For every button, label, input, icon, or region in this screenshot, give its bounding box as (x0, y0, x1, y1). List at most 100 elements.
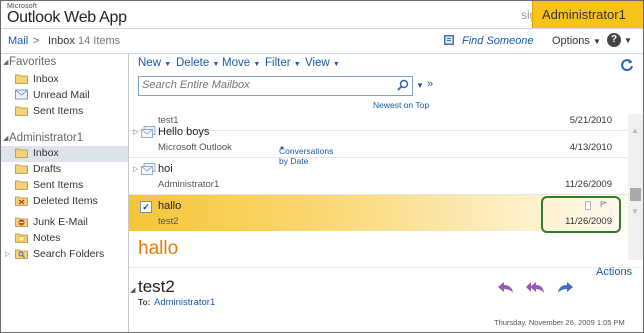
message-list: test1 5/21/2010 ▷ Hello boys Microsoft O… (129, 114, 628, 260)
recipient-link[interactable]: Administrator1 (154, 297, 215, 308)
item-count: 14 Items (78, 35, 121, 47)
breadcrumb-current-folder: Inbox (48, 35, 75, 47)
filter-label: Filter (265, 57, 291, 69)
chevron-down-icon: ▼ (253, 61, 261, 68)
app-logo: Microsoft Outlook Web App (7, 3, 127, 26)
breadcrumb-separator: > (33, 35, 40, 47)
reading-pane-subject: hallo (138, 238, 179, 259)
message-sender: Microsoft Outlook (158, 142, 232, 153)
breadcrumb: Mail > Inbox 14 Items Find Someone Optio… (1, 29, 643, 54)
favorites-header[interactable]: Favorites (9, 56, 56, 68)
new-label: New (138, 57, 162, 69)
scrollbar[interactable]: ▲ ▼ (628, 114, 643, 260)
to-label: To: (138, 297, 151, 307)
folder-icon (15, 164, 28, 174)
main-pane: New ▼ Delete ▼ Move ▼ Filter ▼ View ▼ ▼ … (129, 54, 643, 332)
navigation-pane: ◢ Favorites Inbox Unread Mail Sent Items… (1, 54, 129, 332)
message-date: 4/13/2010 (569, 142, 612, 153)
message-sender: Administrator1 (158, 179, 220, 190)
app-title: Outlook Web App (7, 9, 127, 26)
address-book-icon[interactable] (443, 34, 456, 46)
sidebar-item-label: Search Folders (33, 248, 105, 260)
refresh-icon[interactable] (620, 58, 634, 72)
message-row[interactable]: ▷ Hello boys Microsoft Outlook 4/13/2010 (129, 121, 628, 158)
chevron-down-icon: ▼ (164, 61, 172, 68)
new-button[interactable]: New ▼ (138, 57, 171, 69)
breadcrumb-mail-link[interactable]: Mail (8, 35, 28, 47)
scroll-down-icon[interactable]: ▼ (631, 207, 639, 216)
junk-mail-icon (15, 217, 28, 227)
message-subject: hoi (158, 163, 173, 175)
collapse-triangle-icon[interactable]: ◢ (3, 134, 8, 142)
chevron-down-icon[interactable]: ▼ (416, 81, 424, 90)
message-row[interactable]: ▷ hoi Administrator1 11/26/2009 (129, 158, 628, 195)
folder-icon (15, 74, 28, 84)
delete-button[interactable]: Delete ▼ (176, 57, 219, 69)
forward-icon[interactable] (555, 280, 575, 294)
mailbox-header[interactable]: Administrator1 (9, 132, 83, 144)
message-subject: Hello boys (158, 126, 210, 138)
expand-conversation-icon[interactable]: ▷ (133, 128, 138, 136)
sent-timestamp: Thursday, November 26, 2009 1:05 PM (494, 318, 625, 327)
sidebar-item-deleted-items[interactable]: Deleted Items (1, 194, 128, 210)
folder-icon (15, 148, 28, 158)
sidebar-item-favorite-inbox[interactable]: Inbox (1, 72, 128, 88)
conversation-icon (141, 163, 156, 175)
help-icon[interactable]: ? (607, 33, 621, 47)
sidebar-item-label: Junk E-Mail (33, 216, 88, 228)
sidebar-item-search-folders[interactable]: ▷ Search Folders (1, 247, 128, 263)
expand-search-icon[interactable]: » (427, 78, 433, 90)
sidebar-item-unread-mail[interactable]: Unread Mail (1, 88, 128, 104)
sidebar-item-junk-email[interactable]: Junk E-Mail (1, 215, 128, 231)
sidebar-item-label: Sent Items (33, 105, 84, 117)
view-button[interactable]: View ▼ (305, 57, 340, 69)
folder-icon (15, 180, 28, 190)
search-icon[interactable] (397, 79, 409, 91)
sidebar-item-label: Inbox (33, 147, 59, 159)
message-date: 11/26/2009 (565, 179, 612, 190)
expand-conversation-icon[interactable]: ▷ (133, 165, 138, 173)
sort-order-link[interactable]: Newest on Top (373, 100, 429, 110)
collapse-triangle-icon[interactable]: ◢ (3, 58, 8, 66)
sidebar-item-notes[interactable]: Notes (1, 231, 128, 247)
reading-pane-sender: test2 (138, 277, 175, 296)
search-box (138, 76, 413, 96)
sidebar-item-drafts[interactable]: Drafts (1, 162, 128, 178)
view-label: View (305, 57, 330, 69)
message-sender: test2 (158, 216, 179, 227)
options-menu[interactable]: Options ▼ (552, 35, 601, 47)
selection-checkbox[interactable]: ✓ (140, 201, 152, 213)
expand-triangle-icon[interactable]: ▷ (5, 250, 10, 258)
sidebar-item-favorite-sent-items[interactable]: Sent Items (1, 104, 128, 120)
chevron-down-icon: ▼ (592, 37, 601, 46)
notes-icon (15, 233, 28, 243)
reply-all-icon[interactable] (525, 280, 545, 294)
sidebar-item-label: Sent Items (33, 179, 84, 191)
move-label: Move (222, 57, 251, 69)
move-button[interactable]: Move ▼ (222, 57, 260, 69)
collapse-header-icon[interactable]: ◢ (130, 286, 135, 294)
owa-window: Microsoft Outlook Web App sign out Admin… (0, 0, 644, 333)
search-input[interactable] (142, 78, 382, 92)
chevron-down-icon: ▼ (293, 61, 301, 68)
chevron-down-icon[interactable]: ▼ (624, 36, 632, 45)
actions-menu[interactable]: Actions (596, 266, 632, 278)
sidebar-item-inbox[interactable]: Inbox (1, 146, 128, 162)
scrollbar-thumb[interactable] (630, 188, 641, 201)
sidebar-item-sent-items[interactable]: Sent Items (1, 178, 128, 194)
sidebar-item-label: Unread Mail (33, 89, 90, 101)
scroll-up-icon[interactable]: ▲ (631, 126, 639, 135)
filter-button[interactable]: Filter ▼ (265, 57, 301, 69)
account-name: Administrator1 (542, 7, 626, 22)
top-bar: Microsoft Outlook Web App sign out Admin… (1, 1, 643, 29)
deleted-items-icon (15, 196, 28, 206)
reply-icon[interactable] (496, 280, 516, 294)
sidebar-item-label: Notes (33, 232, 61, 244)
chevron-down-icon: ▼ (212, 61, 220, 68)
sidebar-item-label: Drafts (33, 163, 62, 175)
account-button[interactable]: Administrator1 (532, 1, 643, 28)
search-folders-icon (15, 249, 28, 259)
sidebar-item-label: Deleted Items (33, 195, 98, 207)
find-someone-link[interactable]: Find Someone (462, 35, 534, 47)
delete-label: Delete (176, 57, 210, 69)
